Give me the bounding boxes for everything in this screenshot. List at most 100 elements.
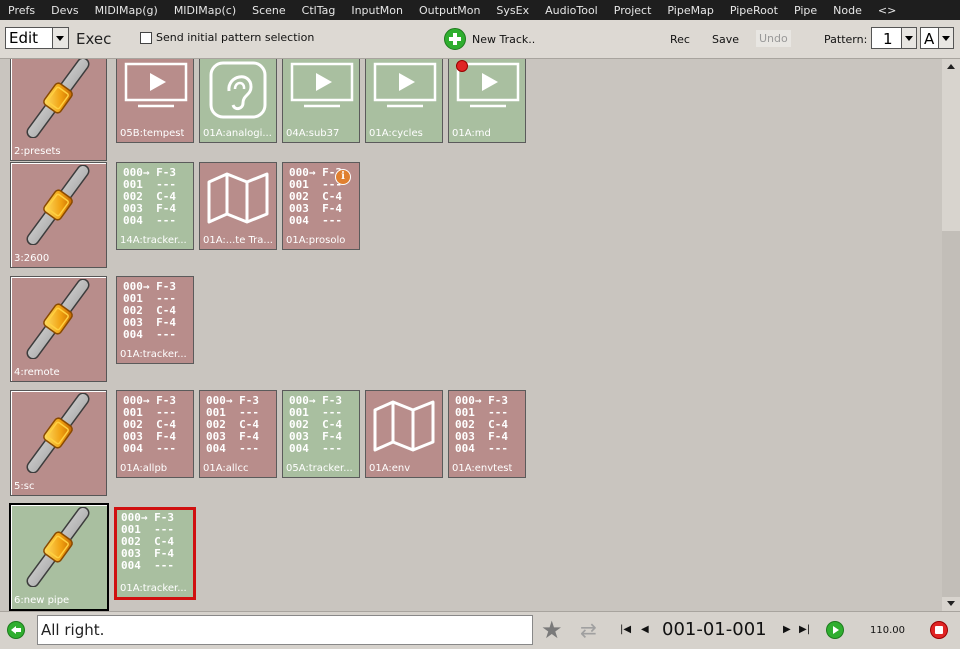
sync-icon[interactable]: ⇄ [580,619,597,641]
node-item[interactable]: 01A:md [448,59,526,143]
menu-item[interactable]: InputMon [343,4,411,17]
pipe-item[interactable]: 4:remote [10,276,107,382]
node-label: 01A:env [369,463,411,474]
menu-item[interactable]: MIDIMap(g) [87,4,166,17]
pipe-label: 6:new pipe [14,595,70,606]
menu-item[interactable]: Project [606,4,660,17]
scrollbar-thumb[interactable] [942,231,960,597]
pattern-letter-value: A [924,30,935,48]
status-bar: All right. ★ ⇄ |◀ ◀ 001-01-001 ▶ ▶| 110.… [0,611,960,649]
node-item[interactable]: 000→ F-3 001 --- 002 C-4 003 F-4 004 ---… [114,507,196,600]
menu-item[interactable]: AudioTool [537,4,606,17]
menu-item[interactable]: MIDIMap(c) [166,4,244,17]
pipe-label: 2:presets [14,146,61,157]
node-label: 01A:cycles [369,128,423,139]
tracker-pattern-icon: 000→ F-3 001 --- 002 C-4 003 F-4 004 --- [123,166,176,227]
exec-label: Exec [76,30,112,48]
pattern-label: Pattern: [824,33,868,46]
node-item[interactable]: 000→ F-3 001 --- 002 C-4 003 F-4 004 ---… [116,390,194,478]
step-back-icon[interactable]: ◀ [641,624,649,635]
node-item[interactable]: 01A:analogi... [199,59,277,143]
node-label: 04A:sub37 [286,128,340,139]
node-label: 01A:envtest [452,463,513,474]
chevron-down-icon[interactable] [52,28,68,48]
tracker-pattern-icon: 000→ F-3 001 --- 002 C-4 003 F-4 004 --- [123,280,176,341]
back-arrow-icon[interactable] [7,621,25,639]
mode-select[interactable]: Edit [5,27,69,49]
send-initial-label: Send initial pattern selection [156,31,315,44]
pipe-item[interactable]: 3:2600 [10,162,107,268]
node-item[interactable]: 000→ F-3 001 --- 002 C-4 003 F-4 004 ---… [448,390,526,478]
new-track-button[interactable]: New Track.. [444,27,535,51]
step-forward-icon[interactable]: ▶ [783,624,791,635]
tracker-pattern-icon: 000→ F-3 001 --- 002 C-4 003 F-4 004 --- [121,511,174,572]
node-item[interactable]: 000→ F-3 001 --- 002 C-4 003 F-4 004 ---… [116,162,194,250]
chevron-down-icon[interactable] [901,28,916,48]
node-label: 01A:...te Tra... [203,235,273,246]
tempo-value: 110.00 [870,625,905,636]
pipe-workspace: 2:presets 05B:tempest 01A:analogi... 04A:su… [0,59,942,611]
toolbar: Edit Exec Send initial pattern selection… [0,20,960,59]
rec-button[interactable]: Rec [670,33,690,46]
node-item[interactable]: 000→ F-3 001 --- 002 C-4 003 F-4 004 ---… [199,390,277,478]
menu-item[interactable]: Devs [43,4,86,17]
tracker-pattern-icon: 000→ F-3 001 --- 002 C-4 003 F-4 004 --- [289,394,342,455]
menu-bar: Prefs Devs MIDIMap(g) MIDIMap(c) Scene CtlTag… [0,0,960,20]
pipe-item[interactable]: 6:new pipe [9,503,109,611]
scroll-up-icon[interactable] [947,64,955,69]
pattern-letter-select[interactable]: A [920,27,954,49]
pipe-label: 5:sc [14,481,35,492]
save-button[interactable]: Save [712,33,739,46]
node-item[interactable]: 01A:env [365,390,443,478]
node-label: 01A:tracker... [120,349,187,360]
menu-item[interactable]: SysEx [488,4,537,17]
record-dot-icon [456,60,468,72]
node-item[interactable]: 000→ F-3 001 --- 002 C-4 003 F-4 004 ---… [282,162,360,250]
node-item[interactable]: 01A:...te Tra... [199,162,277,250]
send-initial-checkbox[interactable] [140,32,152,44]
new-track-label: New Track.. [472,32,536,46]
pattern-number-select[interactable]: 1 [871,27,917,49]
node-label: 05B:tempest [120,128,185,139]
node-label: 01A:allpb [120,463,168,474]
undo-button[interactable]: Undo [756,30,791,47]
menu-item[interactable]: <> [870,4,904,17]
song-position: 001-01-001 [662,619,767,640]
node-label: 01A:allcc [203,463,249,474]
star-icon[interactable]: ★ [541,618,563,642]
chevron-down-icon[interactable] [938,28,953,48]
node-label: 01A:md [452,128,491,139]
pipe-item[interactable]: 2:presets [10,59,107,161]
menu-item[interactable]: OutputMon [411,4,488,17]
node-item[interactable]: 04A:sub37 [282,59,360,143]
play-icon[interactable] [826,621,844,639]
menu-item[interactable]: CtlTag [294,4,344,17]
node-item[interactable]: 000→ F-3 001 --- 002 C-4 003 F-4 004 ---… [282,390,360,478]
menu-item[interactable]: PipeRoot [722,4,786,17]
tracker-pattern-icon: 000→ F-3 001 --- 002 C-4 003 F-4 004 --- [206,394,259,455]
skip-to-start-icon[interactable]: |◀ [620,624,631,635]
skip-to-end-icon[interactable]: ▶| [799,624,810,635]
node-item[interactable]: 01A:cycles [365,59,443,143]
menu-item[interactable]: Scene [244,4,294,17]
vertical-scrollbar[interactable] [942,59,960,611]
node-label: 01A:prosolo [286,235,346,246]
node-label: 01A:analogi... [203,128,272,139]
pipe-label: 4:remote [14,367,60,378]
tracker-pattern-icon: 000→ F-3 001 --- 002 C-4 003 F-4 004 --- [455,394,508,455]
status-message-field: All right. [37,615,533,645]
info-icon[interactable]: i [335,169,351,185]
mode-select-value: Edit [9,29,39,47]
scroll-down-icon[interactable] [947,601,955,606]
node-item[interactable]: 05B:tempest [116,59,194,143]
menu-item[interactable]: Node [825,4,870,17]
node-label: 05A:tracker... [286,463,353,474]
menu-item[interactable]: Pipe [786,4,825,17]
node-label: 14A:tracker... [120,235,187,246]
stop-icon[interactable] [930,621,948,639]
node-item[interactable]: 000→ F-3 001 --- 002 C-4 003 F-4 004 ---… [116,276,194,364]
pipe-item[interactable]: 5:sc [10,390,107,496]
menu-item[interactable]: Prefs [0,4,43,17]
menu-item[interactable]: PipeMap [659,4,721,17]
pipe-label: 3:2600 [14,253,50,264]
